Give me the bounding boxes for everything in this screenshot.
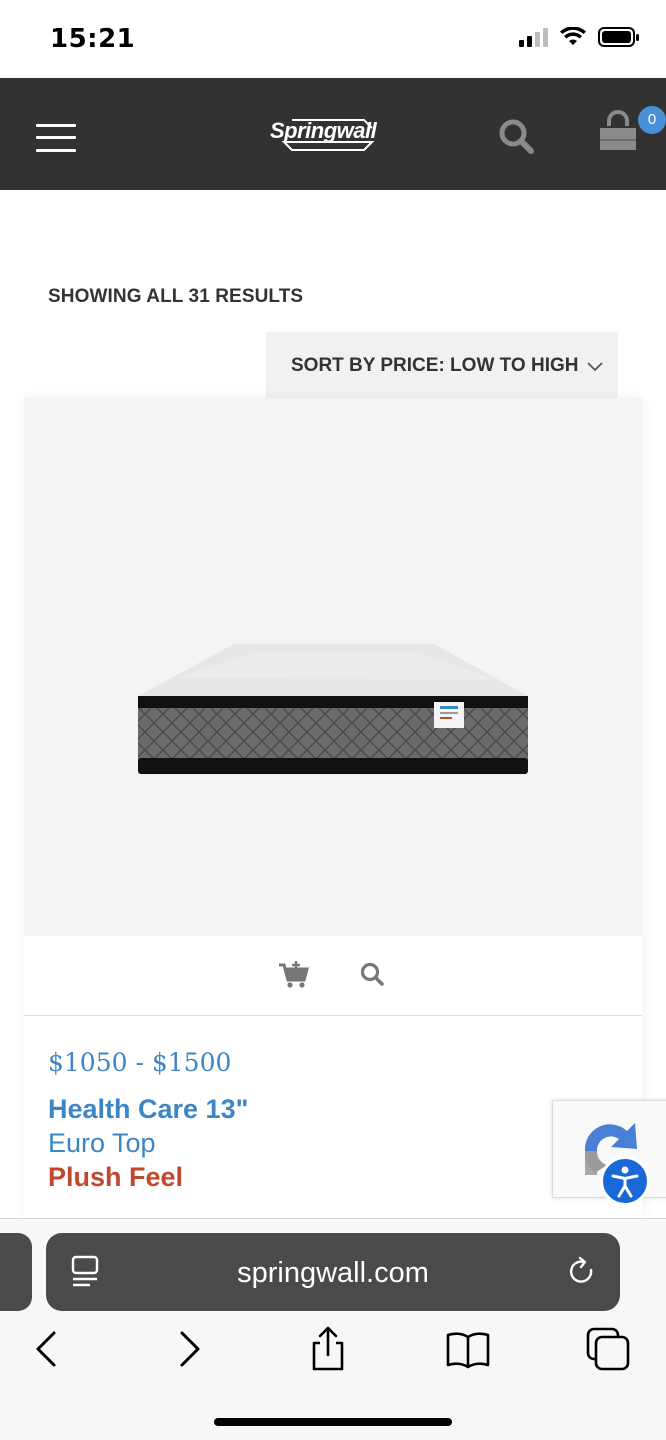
product-feel: Plush Feel [48,1162,184,1192]
home-indicator [214,1418,452,1426]
product-name[interactable]: Health Care 13" [48,1094,248,1125]
address-bar[interactable]: springwall.com [46,1233,620,1311]
cart-count-badge: 0 [638,106,666,134]
browser-toolbar: springwall.com [0,1218,666,1440]
sort-select[interactable]: SORT BY PRICE: LOW TO HIGH [266,332,618,398]
wifi-icon [560,27,586,45]
back-icon[interactable] [22,1325,70,1373]
mattress-image [138,644,528,774]
bookmarks-icon[interactable] [444,1325,492,1373]
previous-tab-preview[interactable] [0,1233,32,1311]
results-count: SHOWING ALL 31 RESULTS [48,286,304,307]
url-text: springwall.com [237,1257,429,1289]
sort-label: SORT BY PRICE: LOW TO HIGH [291,355,579,376]
springwall-logo[interactable]: Springwall [266,112,396,158]
forward-icon[interactable] [166,1325,214,1373]
search-icon[interactable] [496,116,536,156]
reload-icon[interactable] [566,1255,598,1289]
accessibility-button[interactable] [600,1156,650,1206]
add-to-cart-icon[interactable] [278,960,310,990]
logo-text: Springwall [270,118,377,143]
cellular-signal-icon [519,27,548,47]
product-image[interactable] [24,398,642,936]
shopping-bag-icon[interactable] [596,110,640,154]
accessibility-icon [611,1166,639,1198]
share-icon[interactable] [304,1325,352,1373]
site-header: Springwall [0,78,666,190]
browser-nav-row [0,1325,666,1395]
product-card[interactable]: $1050 - $1500 Health Care 13" Euro Top P… [24,398,642,1228]
product-type: Euro Top [48,1128,156,1158]
quick-view-search-icon[interactable] [358,960,386,990]
status-icons [519,26,640,48]
hamburger-menu-button[interactable] [36,122,76,154]
status-bar: 15:21 [0,0,666,78]
chevron-down-icon [587,362,603,372]
status-time: 15:21 [50,24,136,54]
product-actions [24,936,642,1016]
tabs-icon[interactable] [584,1325,632,1373]
battery-icon [598,27,639,47]
product-price: $1050 - $1500 [48,1048,232,1077]
